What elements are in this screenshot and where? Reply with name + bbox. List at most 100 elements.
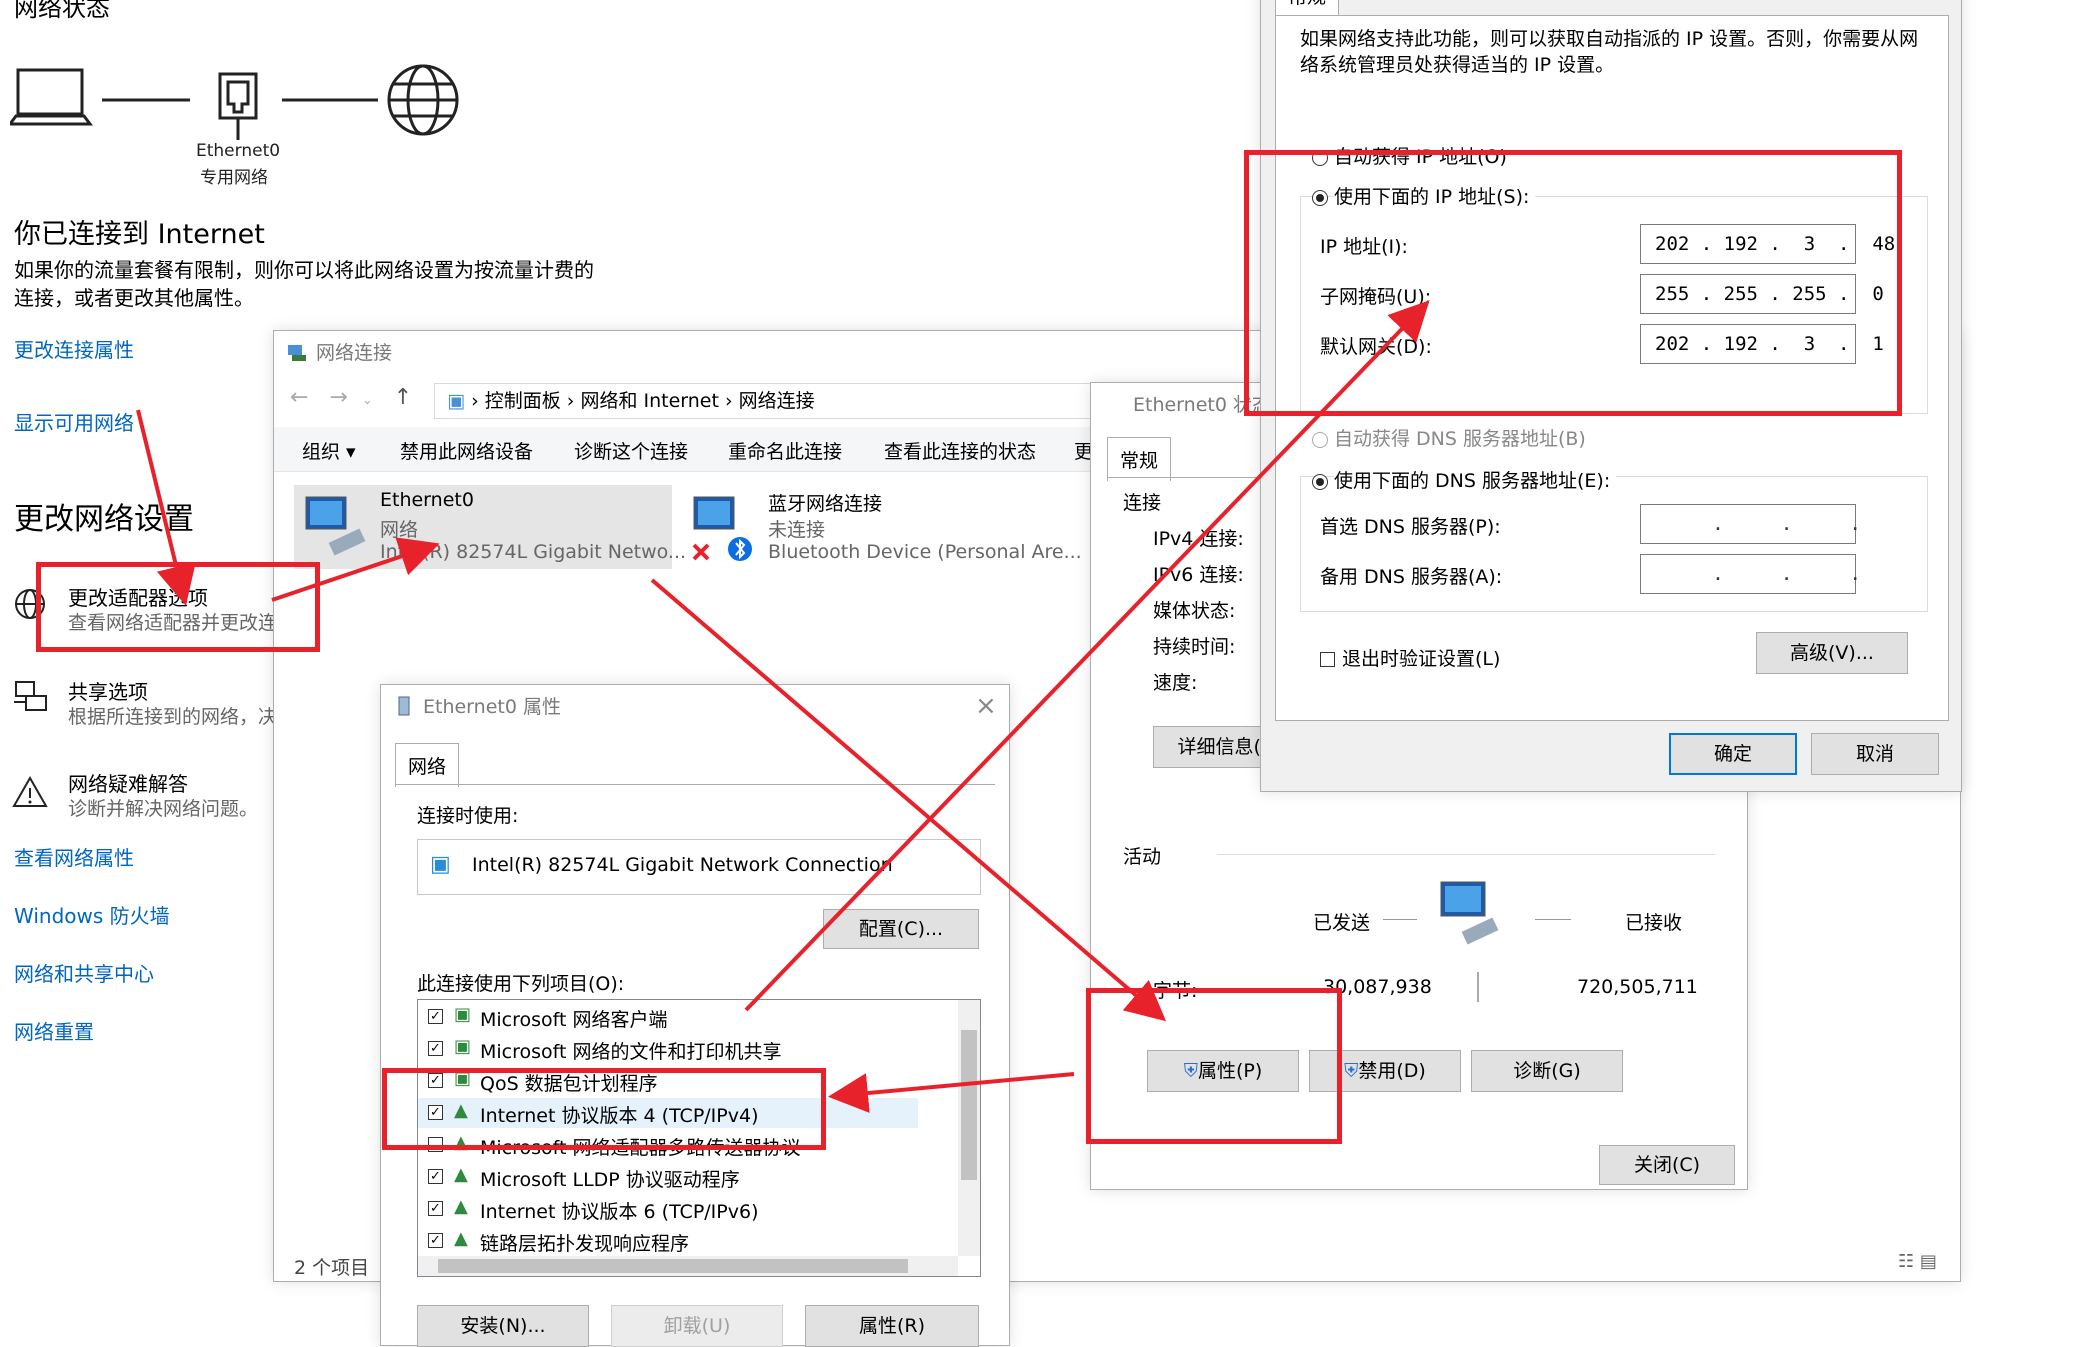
component-checkbox[interactable]: [428, 1137, 443, 1152]
ok-button[interactable]: 确定: [1669, 733, 1797, 775]
ipv4-properties-dialog: 常规 如果网络支持此功能，则可以获取自动指派的 IP 设置。否则，你需要从网 络…: [1260, 0, 1962, 792]
bytes-label: 字节:: [1153, 980, 1198, 1002]
install-button[interactable]: 安装(N)...: [417, 1305, 589, 1347]
tab-network[interactable]: 网络: [395, 743, 460, 787]
globe-icon: [387, 64, 459, 136]
view-status-button[interactable]: 查看此连接的状态: [884, 437, 1036, 464]
manual-dns-radio[interactable]: [1312, 474, 1328, 490]
activity-divider: [1217, 854, 1715, 855]
connect-using-label: 连接时使用:: [417, 805, 519, 827]
cancel-button[interactable]: 取消: [1811, 733, 1939, 775]
troubleshoot-item[interactable]: 网络疑难解答 诊断并解决网络问题。: [12, 766, 302, 826]
ethernet-adapter-icon: [305, 496, 366, 556]
breadcrumb-control-panel[interactable]: 控制面板: [485, 390, 561, 412]
disable-device-button[interactable]: 禁用此网络设备: [400, 437, 533, 464]
default-gateway-input[interactable]: 202 . 192 . 3 . 1: [1640, 324, 1884, 364]
ipv4-description-2: 络系统管理员处获得适当的 IP 设置。: [1300, 54, 1615, 76]
component-list-item[interactable]: ✓ ▲ 链路层拓扑发现响应程序: [418, 1226, 918, 1256]
network-reset-link[interactable]: 网络重置: [14, 1016, 94, 1045]
component-list-item[interactable]: ✓ ▣ Microsoft 网络的文件和打印机共享: [418, 1034, 918, 1064]
connected-desc-1: 如果你的流量套餐有限制，则你可以将此网络设置为按流量计费的: [14, 258, 594, 282]
advanced-button[interactable]: 高级(V)...: [1756, 632, 1908, 674]
diagnose-button[interactable]: 诊断(G): [1471, 1050, 1623, 1092]
tab-ipv4-general[interactable]: 常规: [1275, 0, 1340, 15]
received-line: [1535, 919, 1571, 920]
adapter-globe-icon: [15, 589, 45, 619]
ip-address-label: IP 地址(I):: [1320, 236, 1408, 258]
view-network-properties-link[interactable]: 查看网络属性: [14, 842, 134, 871]
components-list[interactable]: ✓ ▣ Microsoft 网络客户端 ✓ ▣ Microsoft 网络的文件和打印机共享…: [417, 999, 981, 1277]
auto-ip-radio[interactable]: [1312, 150, 1328, 166]
show-available-networks-link[interactable]: 显示可用网络: [14, 407, 134, 436]
hscroll-thumb[interactable]: [438, 1259, 908, 1273]
component-list-item[interactable]: ✓ ▣ QoS 数据包计划程序: [418, 1066, 918, 1096]
default-gateway-label: 默认网关(D):: [1320, 336, 1432, 358]
bluetooth-device: Bluetooth Device (Personal Are...: [768, 541, 1082, 563]
up-arrow-icon[interactable]: ↑: [394, 385, 412, 410]
configure-button[interactable]: 配置(C)...: [823, 909, 979, 949]
component-checkbox[interactable]: ✓: [428, 1009, 443, 1024]
diagnose-connection-button[interactable]: 诊断这个连接: [574, 437, 688, 464]
component-checkbox[interactable]: ✓: [428, 1041, 443, 1056]
component-icon: ▲: [454, 1196, 468, 1217]
ip-address-input[interactable]: 202 . 192 . 3 . 48: [1640, 224, 1895, 264]
component-label: Microsoft LLDP 协议驱动程序: [480, 1169, 740, 1191]
troubleshoot-title: 网络疑难解答: [68, 772, 188, 796]
component-checkbox[interactable]: ✓: [428, 1233, 443, 1248]
manual-ip-radio[interactable]: [1312, 190, 1328, 206]
breadcrumb-network-internet[interactable]: 网络和 Internet: [580, 390, 718, 412]
disable-button[interactable]: ⛨禁用(D): [1309, 1050, 1461, 1092]
windows-firewall-link[interactable]: Windows 防火墙: [14, 900, 170, 929]
recent-chevron-icon[interactable]: ⌄: [362, 393, 373, 408]
validate-checkbox[interactable]: [1320, 652, 1335, 667]
component-list-item[interactable]: ✓ ▲ Internet 协议版本 4 (TCP/IPv4): [418, 1098, 918, 1128]
scrollbar-thumb[interactable]: [961, 1030, 977, 1180]
preferred-dns-input[interactable]: . . .: [1640, 504, 1861, 544]
received-label: 已接收: [1625, 912, 1683, 934]
close-icon[interactable]: ×: [975, 691, 997, 721]
ethernet0-status: 网络: [380, 519, 419, 541]
change-settings-title: 更改网络设置: [14, 502, 194, 537]
vertical-scrollbar[interactable]: [958, 1000, 980, 1256]
sent-line: [1383, 919, 1417, 920]
uninstall-button[interactable]: 卸载(U): [611, 1305, 783, 1347]
component-checkbox[interactable]: ✓: [428, 1073, 443, 1088]
sharing-icon: [14, 681, 47, 711]
adapter-options-desc: 查看网络适配器并更改连接设置。: [68, 612, 282, 634]
shield-icon: ⛨: [1344, 1060, 1359, 1082]
component-icon: ▲: [454, 1100, 468, 1121]
component-list-item[interactable]: ▲ Microsoft 网络适配器多路传送器协议: [418, 1130, 918, 1160]
tab-general[interactable]: 常规: [1107, 437, 1172, 481]
view-toggle-icons[interactable]: ☷ ▤: [1898, 1251, 1937, 1272]
alternate-dns-input[interactable]: . . .: [1640, 554, 1861, 594]
status-close-button[interactable]: 关闭(C): [1599, 1145, 1735, 1185]
back-arrow-icon[interactable]: ←: [290, 385, 308, 410]
component-checkbox[interactable]: ✓: [428, 1169, 443, 1184]
status-title: 网络状态: [14, 0, 110, 22]
change-connection-properties-link[interactable]: 更改连接属性: [14, 334, 134, 363]
media-state-label: 媒体状态:: [1153, 600, 1236, 622]
component-checkbox[interactable]: ✓: [428, 1105, 443, 1120]
adapter-options-item[interactable]: 更改适配器选项 查看网络适配器并更改连接设置。: [12, 580, 282, 640]
subnet-mask-input[interactable]: 255 . 255 . 255 . 0: [1640, 274, 1884, 314]
ethernet0-name: Ethernet0: [380, 489, 474, 511]
component-properties-button[interactable]: 属性(R): [805, 1305, 979, 1347]
forward-arrow-icon[interactable]: →: [329, 385, 347, 410]
bluetooth-adapter[interactable]: 蓝牙网络连接 未连接 Bluetooth Device (Personal Ar…: [682, 485, 1082, 569]
network-sharing-center-link[interactable]: 网络和共享中心: [14, 958, 154, 987]
component-list-item[interactable]: ✓ ▲ Internet 协议版本 6 (TCP/IPv6): [418, 1194, 918, 1224]
adapter-full-name: Intel(R) 82574L Gigabit Network Connecti…: [472, 854, 893, 876]
status-properties-button[interactable]: ⛨属性(P): [1147, 1050, 1299, 1092]
component-label: QoS 数据包计划程序: [480, 1073, 658, 1095]
ethernet0-adapter[interactable]: Ethernet0 网络 Intel(R) 82574L Gigabit Net…: [294, 485, 686, 569]
component-checkbox[interactable]: ✓: [428, 1201, 443, 1216]
sharing-options-item[interactable]: 共享选项 根据所连接到的网络，决定要共享的内容。: [12, 674, 274, 734]
manual-dns-label: 使用下面的 DNS 服务器地址(E):: [1334, 466, 1617, 493]
component-list-item[interactable]: ✓ ▲ Microsoft LLDP 协议驱动程序: [418, 1162, 918, 1192]
breadcrumb-network-connections[interactable]: 网络连接: [739, 390, 815, 412]
auto-dns-radio[interactable]: [1312, 432, 1328, 448]
horizontal-scrollbar[interactable]: [418, 1256, 958, 1276]
rename-connection-button[interactable]: 重命名此连接: [728, 437, 842, 464]
component-list-item[interactable]: ✓ ▣ Microsoft 网络客户端: [418, 1002, 918, 1032]
organize-menu[interactable]: 组织 ▾: [302, 437, 356, 464]
